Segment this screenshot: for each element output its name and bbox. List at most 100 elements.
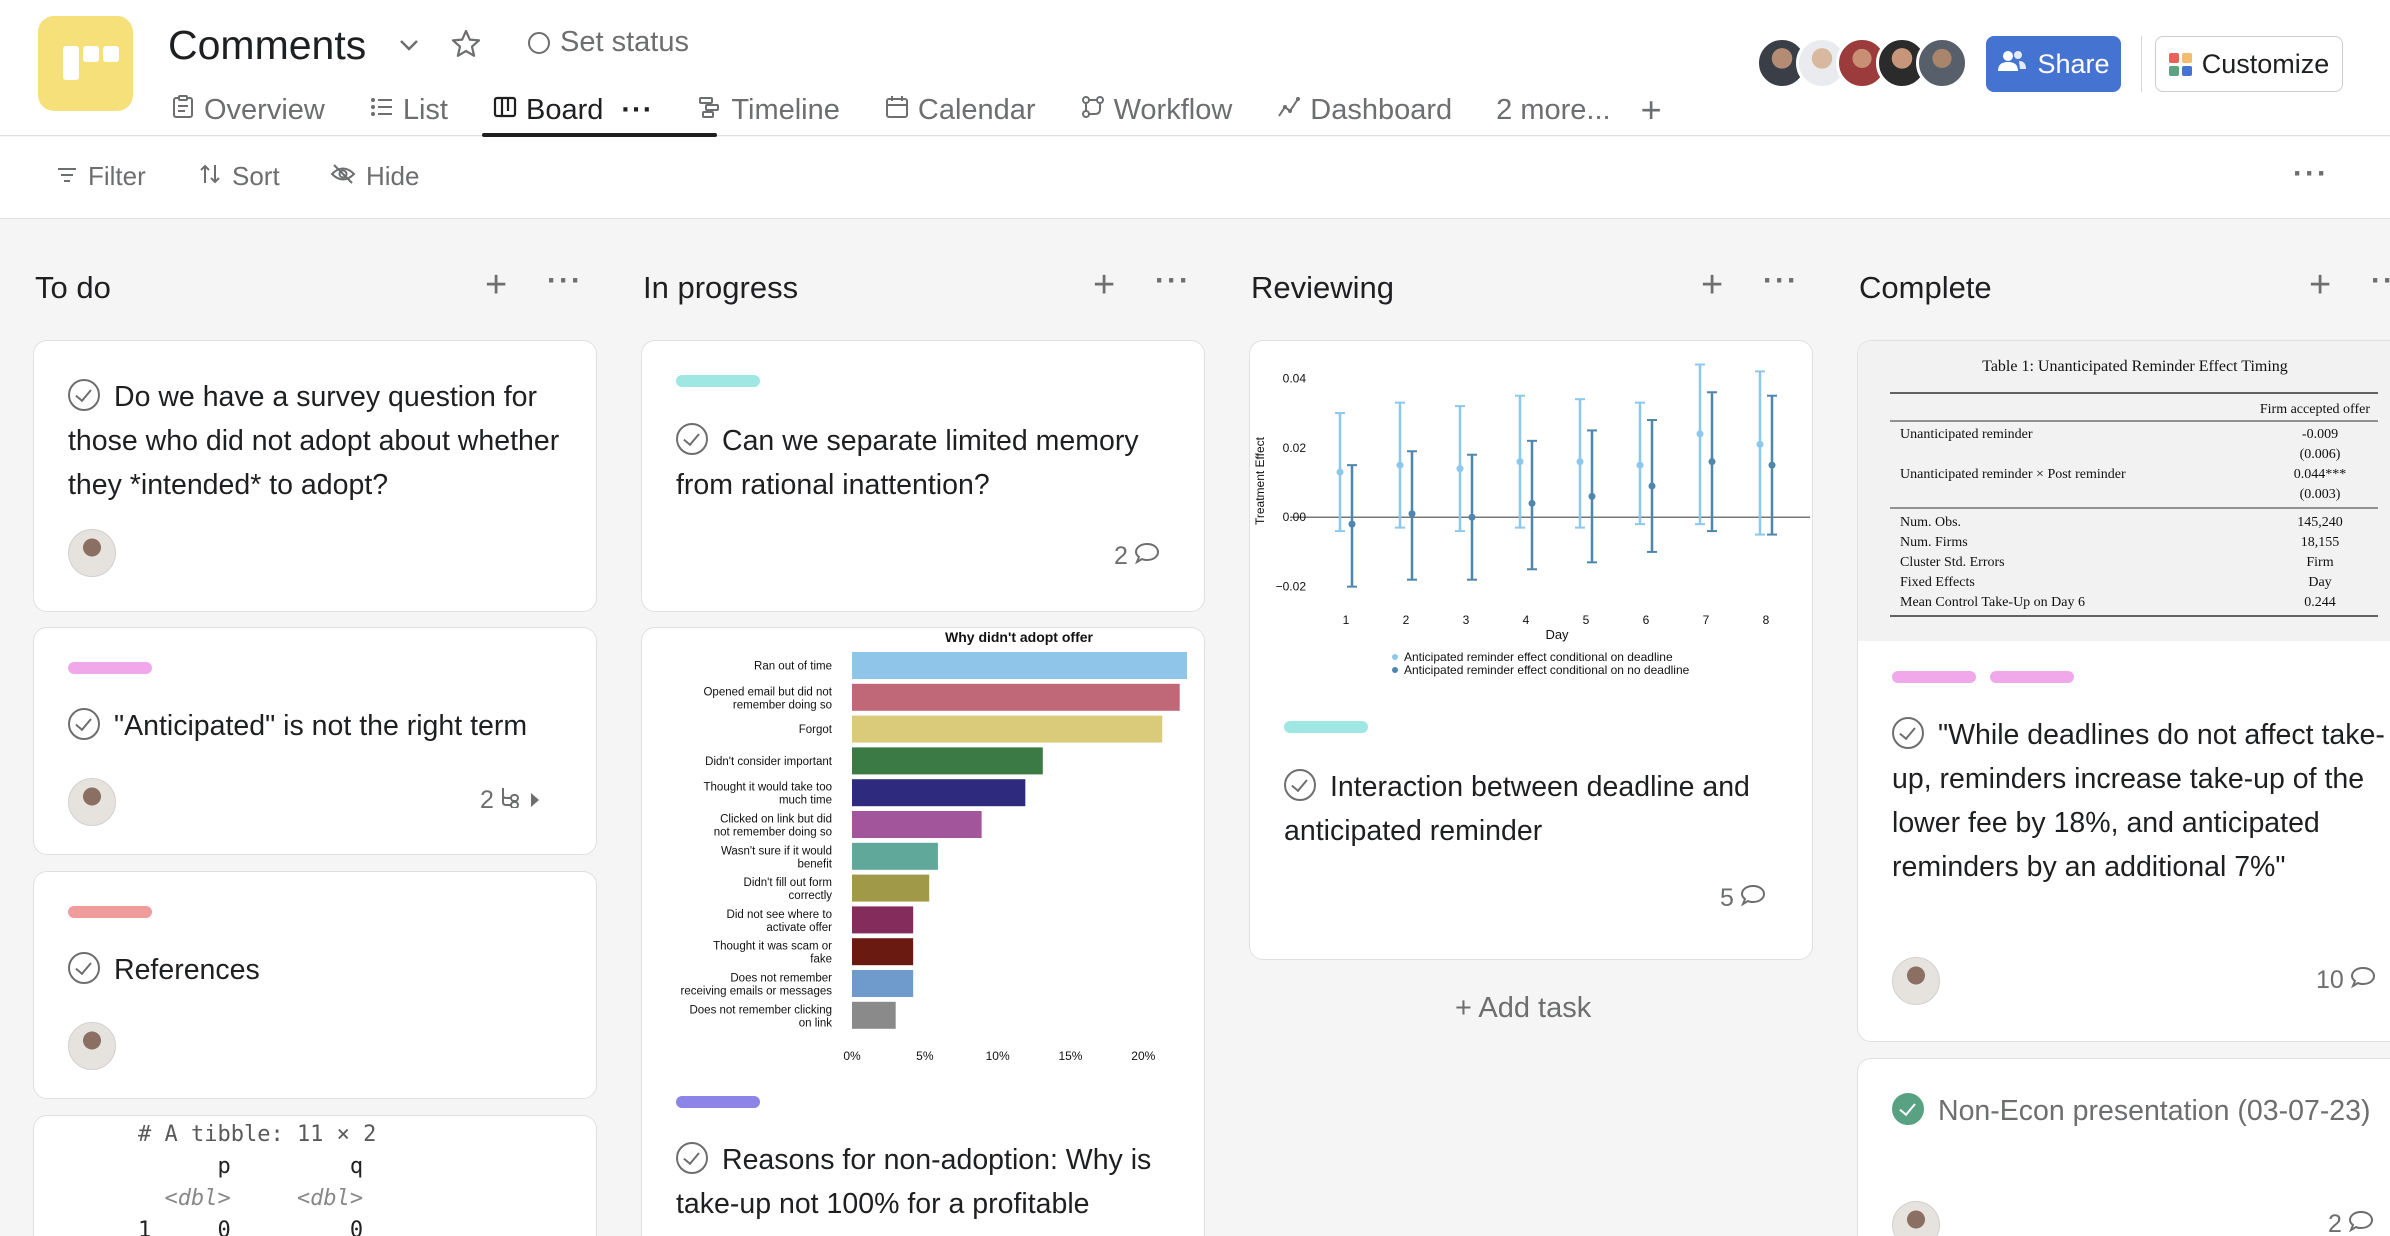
task-title[interactable]: Interaction between deadline and anticip… bbox=[1284, 765, 1782, 853]
tab-calendar[interactable]: Calendar bbox=[884, 84, 1036, 136]
project-title[interactable]: Comments bbox=[168, 22, 366, 69]
task-card[interactable]: Why didn't adopt offer Ran out of time Ope… bbox=[641, 627, 1205, 1236]
filter-button[interactable]: Filter bbox=[56, 161, 146, 192]
avatar[interactable] bbox=[1916, 37, 1968, 89]
complete-check-icon[interactable] bbox=[1892, 717, 1924, 749]
eye-off-icon bbox=[330, 161, 356, 192]
column-title[interactable]: In progress bbox=[643, 270, 798, 306]
code-line: # A tibble: 11 × 2 bbox=[138, 1122, 377, 1147]
point bbox=[1576, 458, 1584, 466]
overview-icon bbox=[170, 94, 196, 126]
add-task-icon[interactable]: + bbox=[1701, 264, 1723, 307]
subtask-count[interactable]: 2 bbox=[480, 786, 540, 815]
complete-check-icon[interactable] bbox=[68, 379, 100, 411]
point bbox=[1756, 440, 1764, 448]
complete-check-icon[interactable] bbox=[676, 1142, 708, 1174]
comment-count-value: 10 bbox=[2316, 966, 2344, 994]
tab-workflow[interactable]: Workflow bbox=[1080, 84, 1232, 136]
set-status-button[interactable]: Set status bbox=[528, 26, 689, 59]
comment-count[interactable]: 5 bbox=[1720, 883, 1766, 914]
task-card[interactable]: −0.02 0.00 0.02 0.04 Treatment Effect 1 2 3 4 5 6 7… bbox=[1249, 340, 1813, 960]
sort-label: Sort bbox=[232, 161, 280, 191]
task-title[interactable]: "Anticipated" is not the right term bbox=[68, 704, 566, 748]
bar bbox=[852, 970, 914, 997]
add-task-button[interactable]: + Add task bbox=[1455, 992, 1591, 1025]
complete-check-icon[interactable] bbox=[1284, 769, 1316, 801]
column-title[interactable]: To do bbox=[35, 270, 111, 306]
task-card[interactable]: Do we have a survey question for those w… bbox=[33, 340, 597, 612]
hide-button[interactable]: Hide bbox=[330, 161, 419, 192]
task-title[interactable]: Non-Econ presentation (03-07-23) bbox=[1892, 1089, 2390, 1133]
bar bbox=[852, 652, 1187, 679]
caret-right-icon bbox=[530, 786, 540, 815]
complete-check-icon[interactable] bbox=[676, 423, 708, 455]
star-icon[interactable] bbox=[448, 26, 484, 62]
member-avatars[interactable] bbox=[1756, 37, 1968, 89]
column-in-progress: In progress + ··· Can we separate limite… bbox=[641, 220, 1205, 1236]
completed-check-icon[interactable] bbox=[1892, 1093, 1924, 1125]
tab-label: Overview bbox=[204, 93, 325, 126]
column-todo: To do + ··· Do we have a survey question… bbox=[33, 220, 597, 1236]
assignee-avatar[interactable] bbox=[1892, 957, 1940, 1005]
tab-timeline[interactable]: Timeline bbox=[697, 84, 840, 136]
point bbox=[1768, 461, 1776, 469]
assignee-avatar[interactable] bbox=[68, 1022, 116, 1070]
share-button[interactable]: Share bbox=[1986, 36, 2121, 92]
comment-count-value: 2 bbox=[2328, 1210, 2342, 1236]
complete-check-icon[interactable] bbox=[68, 952, 100, 984]
add-task-icon[interactable]: + bbox=[485, 264, 507, 307]
divider bbox=[2141, 36, 2142, 92]
x-axis-label: Day bbox=[1545, 627, 1569, 642]
assignee-avatar[interactable] bbox=[68, 529, 116, 577]
why-not-adopt-chart: Why didn't adopt offer Ran out of time Ope… bbox=[681, 629, 1187, 1063]
complete-check-icon[interactable] bbox=[68, 708, 100, 740]
column-title[interactable]: Complete bbox=[1859, 270, 1992, 306]
table-cell: 0.244 bbox=[2304, 595, 2336, 610]
toolbar-more-icon[interactable]: ··· bbox=[2293, 157, 2329, 191]
assignee-avatar[interactable] bbox=[1892, 1201, 1940, 1236]
task-title[interactable]: Can we separate limited memory from rati… bbox=[676, 419, 1174, 507]
tag-pill bbox=[1892, 671, 1976, 683]
add-tab-button[interactable]: + bbox=[1641, 84, 1662, 136]
tab-label: 2 more... bbox=[1496, 93, 1611, 126]
task-title[interactable]: References bbox=[68, 948, 566, 992]
comment-count[interactable]: 2 bbox=[1114, 541, 1160, 572]
hide-label: Hide bbox=[366, 161, 420, 191]
column-title[interactable]: Reviewing bbox=[1251, 270, 1394, 306]
comment-count[interactable]: 10 bbox=[2316, 965, 2376, 996]
more-icon[interactable]: ··· bbox=[621, 94, 653, 127]
task-title-text: References bbox=[114, 954, 260, 986]
task-title[interactable]: Do we have a survey question for those w… bbox=[68, 375, 566, 507]
task-title[interactable]: Reasons for non-adoption: Why is take-up… bbox=[676, 1138, 1174, 1226]
add-task-icon[interactable]: + bbox=[1093, 264, 1115, 307]
task-card[interactable]: # A tibble: 11 × 2 p q <dbl> <dbl> 1 0 0 bbox=[33, 1115, 597, 1236]
comment-count-value: 5 bbox=[1720, 884, 1734, 912]
sort-button[interactable]: Sort bbox=[198, 161, 280, 192]
set-status-label: Set status bbox=[560, 26, 689, 58]
column-more-icon[interactable]: ··· bbox=[1763, 264, 1799, 298]
tab-board[interactable]: Board ··· bbox=[481, 84, 718, 137]
project-icon[interactable] bbox=[38, 16, 133, 111]
task-card[interactable]: References bbox=[33, 871, 597, 1099]
bar-label: Thought it was scam or fake bbox=[713, 941, 832, 966]
task-title[interactable]: "While deadlines do not affect take-up, … bbox=[1892, 713, 2390, 889]
task-card[interactable]: Can we separate limited memory from rati… bbox=[641, 340, 1205, 612]
chevron-down-icon[interactable] bbox=[392, 28, 426, 62]
add-task-icon[interactable]: + bbox=[2309, 264, 2331, 307]
column-more-icon[interactable]: ··· bbox=[1155, 264, 1191, 298]
comment-count[interactable]: 2 bbox=[2328, 1209, 2374, 1236]
point bbox=[1528, 499, 1536, 507]
column-more-icon[interactable]: ··· bbox=[2371, 264, 2390, 298]
customize-button[interactable]: Customize bbox=[2155, 36, 2343, 92]
task-card[interactable]: "Anticipated" is not the right term 2 bbox=[33, 627, 597, 855]
task-card[interactable]: Table 1: Unanticipated Reminder Effect T… bbox=[1857, 340, 2390, 1042]
timeline-icon bbox=[697, 95, 723, 126]
assignee-avatar[interactable] bbox=[68, 778, 116, 826]
tab-dashboard[interactable]: Dashboard bbox=[1276, 84, 1452, 136]
tab-overview[interactable]: Overview bbox=[170, 84, 325, 136]
tab-list[interactable]: List bbox=[369, 84, 448, 136]
filter-label: Filter bbox=[88, 161, 146, 191]
column-more-icon[interactable]: ··· bbox=[547, 264, 583, 298]
tab-more[interactable]: 2 more... bbox=[1496, 84, 1610, 136]
task-card[interactable]: Non-Econ presentation (03-07-23) 2 bbox=[1857, 1058, 2390, 1236]
